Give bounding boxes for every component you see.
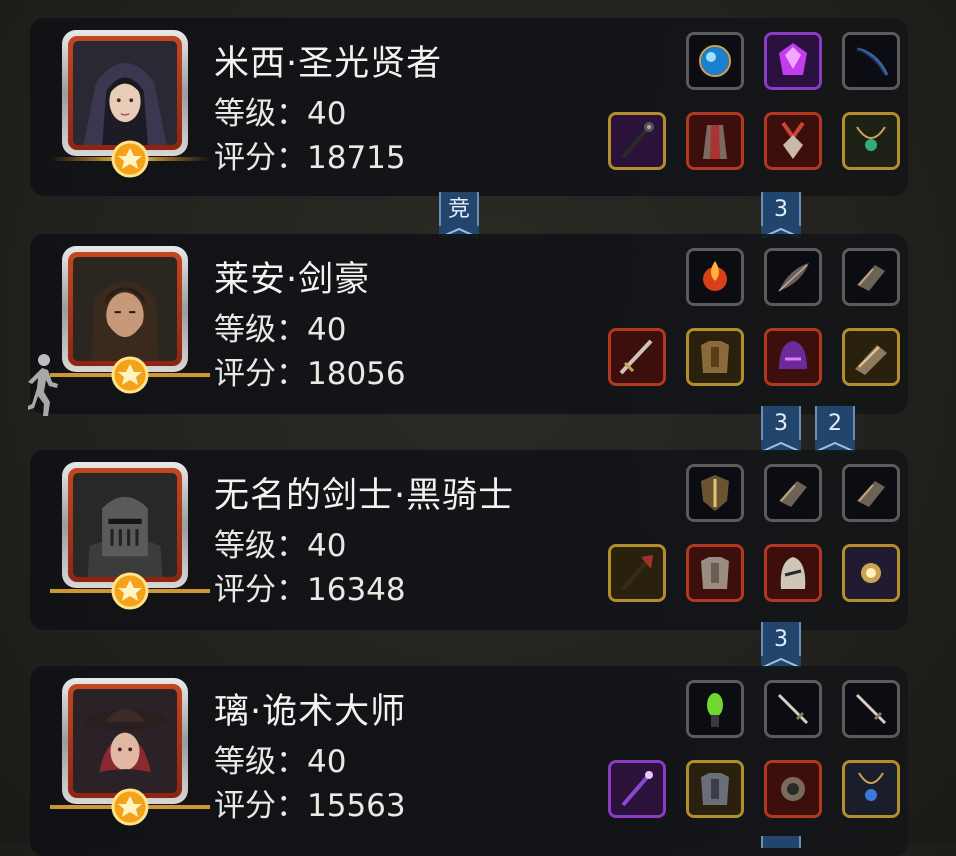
equip-slot-fire-orb-icon[interactable] [686,248,744,306]
hero-score: 评分：18715 [214,140,406,176]
equip-slot-bow-icon[interactable] [842,32,900,90]
star-emblem-icon [50,570,210,612]
hero-card-3[interactable]: 无名的剑士·黑骑士 等级：40 评分：16348 [30,450,908,630]
ribbon-set-count: 3 [761,192,801,238]
hero-level: 等级：40 [214,744,347,780]
ribbon-set-count: 2 [815,406,855,452]
equip-slot-green-crystal-icon[interactable] [686,680,744,738]
hooded-woman-portrait [73,41,177,145]
hero-name: 璃·诡术大师 [214,692,407,732]
hero-level: 等级：40 [214,528,347,564]
equip-slot-shield-icon[interactable] [686,464,744,522]
equip-slot-wand-icon[interactable] [608,760,666,818]
ribbon-set-count: 3 [761,406,801,452]
running-figure-icon[interactable] [24,352,60,418]
equip-slot-plate-armor-icon[interactable] [686,544,744,602]
hero-score: 评分：16348 [214,572,406,608]
hero-card-1[interactable]: 米西·圣光贤者 等级：40 评分：18715 [30,18,908,196]
equip-slot-sword-icon[interactable] [608,328,666,386]
equip-slot-bracer-icon[interactable] [842,328,900,386]
hero-name: 米西·圣光贤者 [214,44,443,84]
hero-level: 等级：40 [214,96,347,132]
equip-slot-staff-icon[interactable] [608,112,666,170]
equip-slot-amulet-icon[interactable] [842,544,900,602]
equip-slot-purple-gem-icon[interactable] [764,32,822,90]
hero-level: 等级：40 [214,312,347,348]
bearded-swordsman-portrait [73,257,177,361]
equip-slot-blue-orb-icon[interactable] [686,32,744,90]
equip-slot-pendant-icon[interactable] [764,112,822,170]
hat-woman-portrait [73,689,177,793]
equip-slot-blue-pendant-icon[interactable] [842,760,900,818]
hero-score: 评分：18056 [214,356,406,392]
equip-slot-chest-armor-icon[interactable] [686,328,744,386]
equip-slot-robe-icon[interactable] [686,112,744,170]
equip-slot-gauntlet-icon[interactable] [842,464,900,522]
hero-name: 无名的剑士·黑骑士 [214,476,515,516]
ribbon-set-count: 3 [761,622,801,668]
ribbon-set-count-partial [761,836,801,848]
equip-slot-purple-helm-icon[interactable] [764,328,822,386]
hero-name: 莱安·剑豪 [214,260,371,300]
equip-slot-gauntlet-icon[interactable] [764,464,822,522]
equip-slot-ring-icon[interactable] [764,760,822,818]
equip-slot-feather-icon[interactable] [764,248,822,306]
hero-card-4[interactable]: 璃·诡术大师 等级：40 评分：15563 [30,666,908,856]
hero-score: 评分：15563 [214,788,406,824]
equip-slot-dagger-icon[interactable] [842,680,900,738]
equip-slot-leather-armor-icon[interactable] [686,760,744,818]
equip-slot-dagger-icon[interactable] [764,680,822,738]
star-emblem-icon [50,786,210,828]
equip-slot-necklace-icon[interactable] [842,112,900,170]
star-emblem-icon [50,354,210,396]
equip-slot-axe-icon[interactable] [608,544,666,602]
equip-slot-knight-helm-icon[interactable] [764,544,822,602]
equip-slot-gauntlet-icon[interactable] [842,248,900,306]
ribbon-arena-badge: 竞 [439,192,479,238]
black-knight-portrait [73,473,177,577]
star-emblem-icon [50,138,210,180]
hero-card-2[interactable]: 莱安·剑豪 等级：40 评分：18056 [30,234,908,414]
